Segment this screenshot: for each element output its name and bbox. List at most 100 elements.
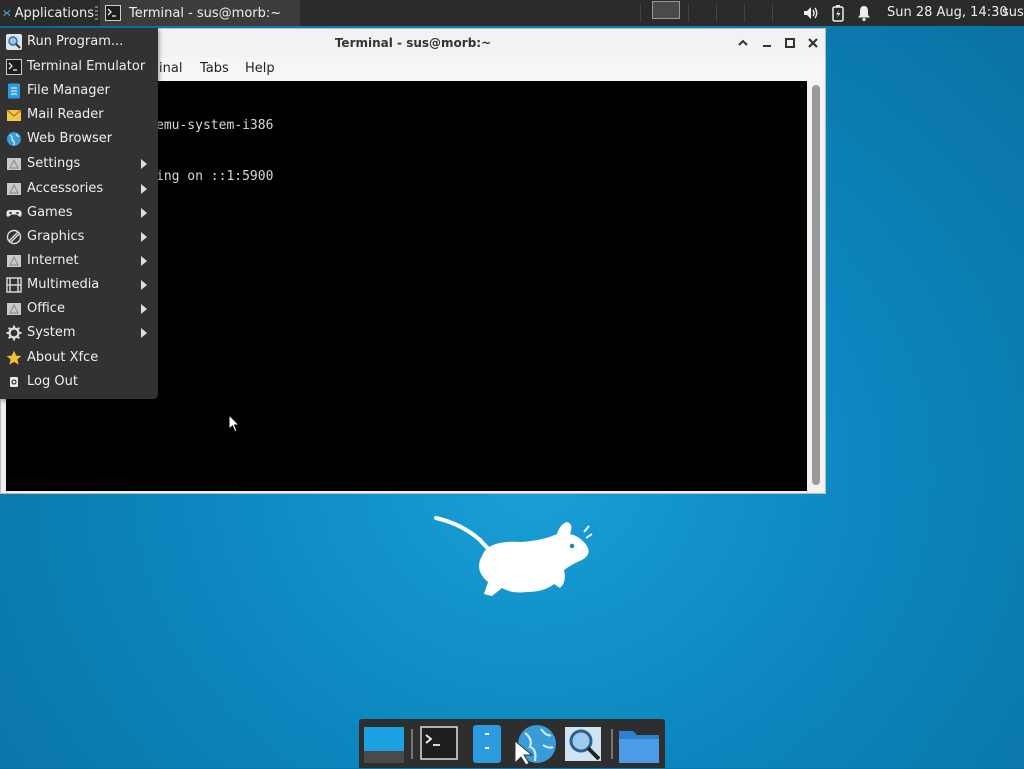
submenu-arrow-icon [141,208,147,218]
logout-icon [10,377,18,387]
menu-item-label: Graphics [27,229,85,244]
submenu-arrow-icon [141,304,147,314]
menu-item-internet[interactable]: Internet [0,249,158,273]
battery-charging-icon[interactable] [829,4,847,22]
home-folder-icon [619,731,659,763]
menu-item-mail-reader[interactable]: Mail Reader [0,103,158,127]
menu-help[interactable]: Help [245,61,275,76]
terminal-icon [420,726,458,760]
dock-show-desktop[interactable] [361,723,405,765]
show-desktop-icon [364,727,404,763]
panel-separator [640,4,641,22]
menu-item-label: Settings [27,156,81,171]
menu-item-label: About Xfce [27,350,99,365]
menu-terminal[interactable]: inal [159,61,182,76]
menu-item-label: File Manager [27,83,110,98]
search-icon [6,34,22,50]
terminal-scrollbar[interactable] [808,81,824,491]
terminal-line: emu-system-i386 [156,118,274,133]
submenu-arrow-icon [141,280,147,290]
panel-separator [772,4,773,22]
submenu-arrow-icon [141,328,147,338]
gamepad-icon [6,210,22,217]
menu-item-run-program[interactable]: Run Program... [0,30,158,54]
xfce-mouse-logo [434,516,593,596]
applications-menu: Run Program... Terminal Emulator File Ma… [0,28,158,399]
menu-item-settings[interactable]: Settings [0,152,158,176]
accessories-icon [7,183,21,195]
terminal-icon [105,5,121,21]
graphics-icon [6,229,22,245]
xfce-logo-icon [3,10,11,16]
menu-item-label: Mail Reader [27,107,104,122]
window-maximize-button[interactable] [782,35,798,51]
menu-item-accessories[interactable]: Accessories [0,177,158,201]
settings-category-icon [7,158,21,170]
applications-menu-button[interactable]: Applications [0,0,94,26]
menu-item-about-xfce[interactable]: About Xfce [0,346,158,370]
dock-separator [411,729,413,759]
window-close-button[interactable] [805,35,821,51]
dock-app-finder[interactable] [561,723,605,765]
menu-item-office[interactable]: Office [0,297,158,321]
mouse-cursor-icon [228,414,241,433]
file-manager-icon [8,83,20,99]
submenu-arrow-icon [141,232,147,242]
globe-icon [7,132,21,146]
volume-icon[interactable] [802,4,820,22]
menu-item-label: Office [27,301,65,316]
terminal-line: ing on ::1:5900 [156,169,274,184]
top-panel: Applications Terminal - sus@morb:~ Sun 2… [0,0,1024,26]
window-shade-button[interactable] [735,35,751,51]
menu-item-graphics[interactable]: Graphics [0,225,158,249]
menu-item-label: Multimedia [27,277,100,292]
dock-file-manager[interactable] [465,723,509,765]
menu-item-label: Log Out [27,374,78,389]
menu-item-file-manager[interactable]: File Manager [0,79,158,103]
dock-web-browser[interactable] [513,723,557,766]
panel-separator [716,4,717,22]
menu-item-label: Run Program... [27,34,124,49]
taskbar-terminal-label: Terminal - sus@morb:~ [129,5,282,21]
gear-icon [6,325,22,341]
workspace-switcher[interactable] [652,1,680,19]
clock[interactable]: Sun 28 Aug, 14:30 [887,0,1008,26]
menu-item-label: Internet [27,253,79,268]
dock-home-folder[interactable] [617,723,661,765]
office-icon [7,303,21,315]
menu-item-log-out[interactable]: Log Out [0,370,158,394]
notification-bell-icon[interactable] [855,4,873,22]
menu-item-system[interactable]: System [0,321,158,345]
menu-item-games[interactable]: Games [0,201,158,225]
window-minimize-button[interactable] [759,35,775,51]
submenu-arrow-icon [141,184,147,194]
menu-item-label: Accessories [27,181,104,196]
taskbar-terminal-button[interactable]: Terminal - sus@morb:~ [100,0,300,26]
app-finder-icon [565,727,601,761]
menu-item-terminal-emulator[interactable]: Terminal Emulator [0,55,158,79]
web-browser-icon [514,725,556,766]
panel-separator [688,4,689,22]
mail-icon [6,109,22,121]
scrollbar-thumb[interactable] [812,85,820,485]
menu-item-multimedia[interactable]: Multimedia [0,273,158,297]
user-menu[interactable]: sus [1002,0,1024,26]
terminal-icon [6,59,22,75]
applications-label: Applications [14,5,94,21]
menu-tabs[interactable]: Tabs [200,61,229,76]
file-manager-icon [473,725,501,763]
menu-item-label: Terminal Emulator [27,59,146,74]
menu-item-label: System [27,325,76,340]
submenu-arrow-icon [141,256,147,266]
dock-separator [611,729,613,759]
menu-item-web-browser[interactable]: Web Browser [0,127,158,151]
panel-separator [744,4,745,22]
multimedia-icon [6,277,22,293]
star-icon [6,350,22,365]
internet-icon [7,255,21,267]
submenu-arrow-icon [141,159,147,169]
menu-item-label: Games [27,205,73,220]
dock-terminal[interactable] [417,723,461,765]
panel-separator [95,6,98,20]
menu-item-label: Web Browser [27,131,113,146]
